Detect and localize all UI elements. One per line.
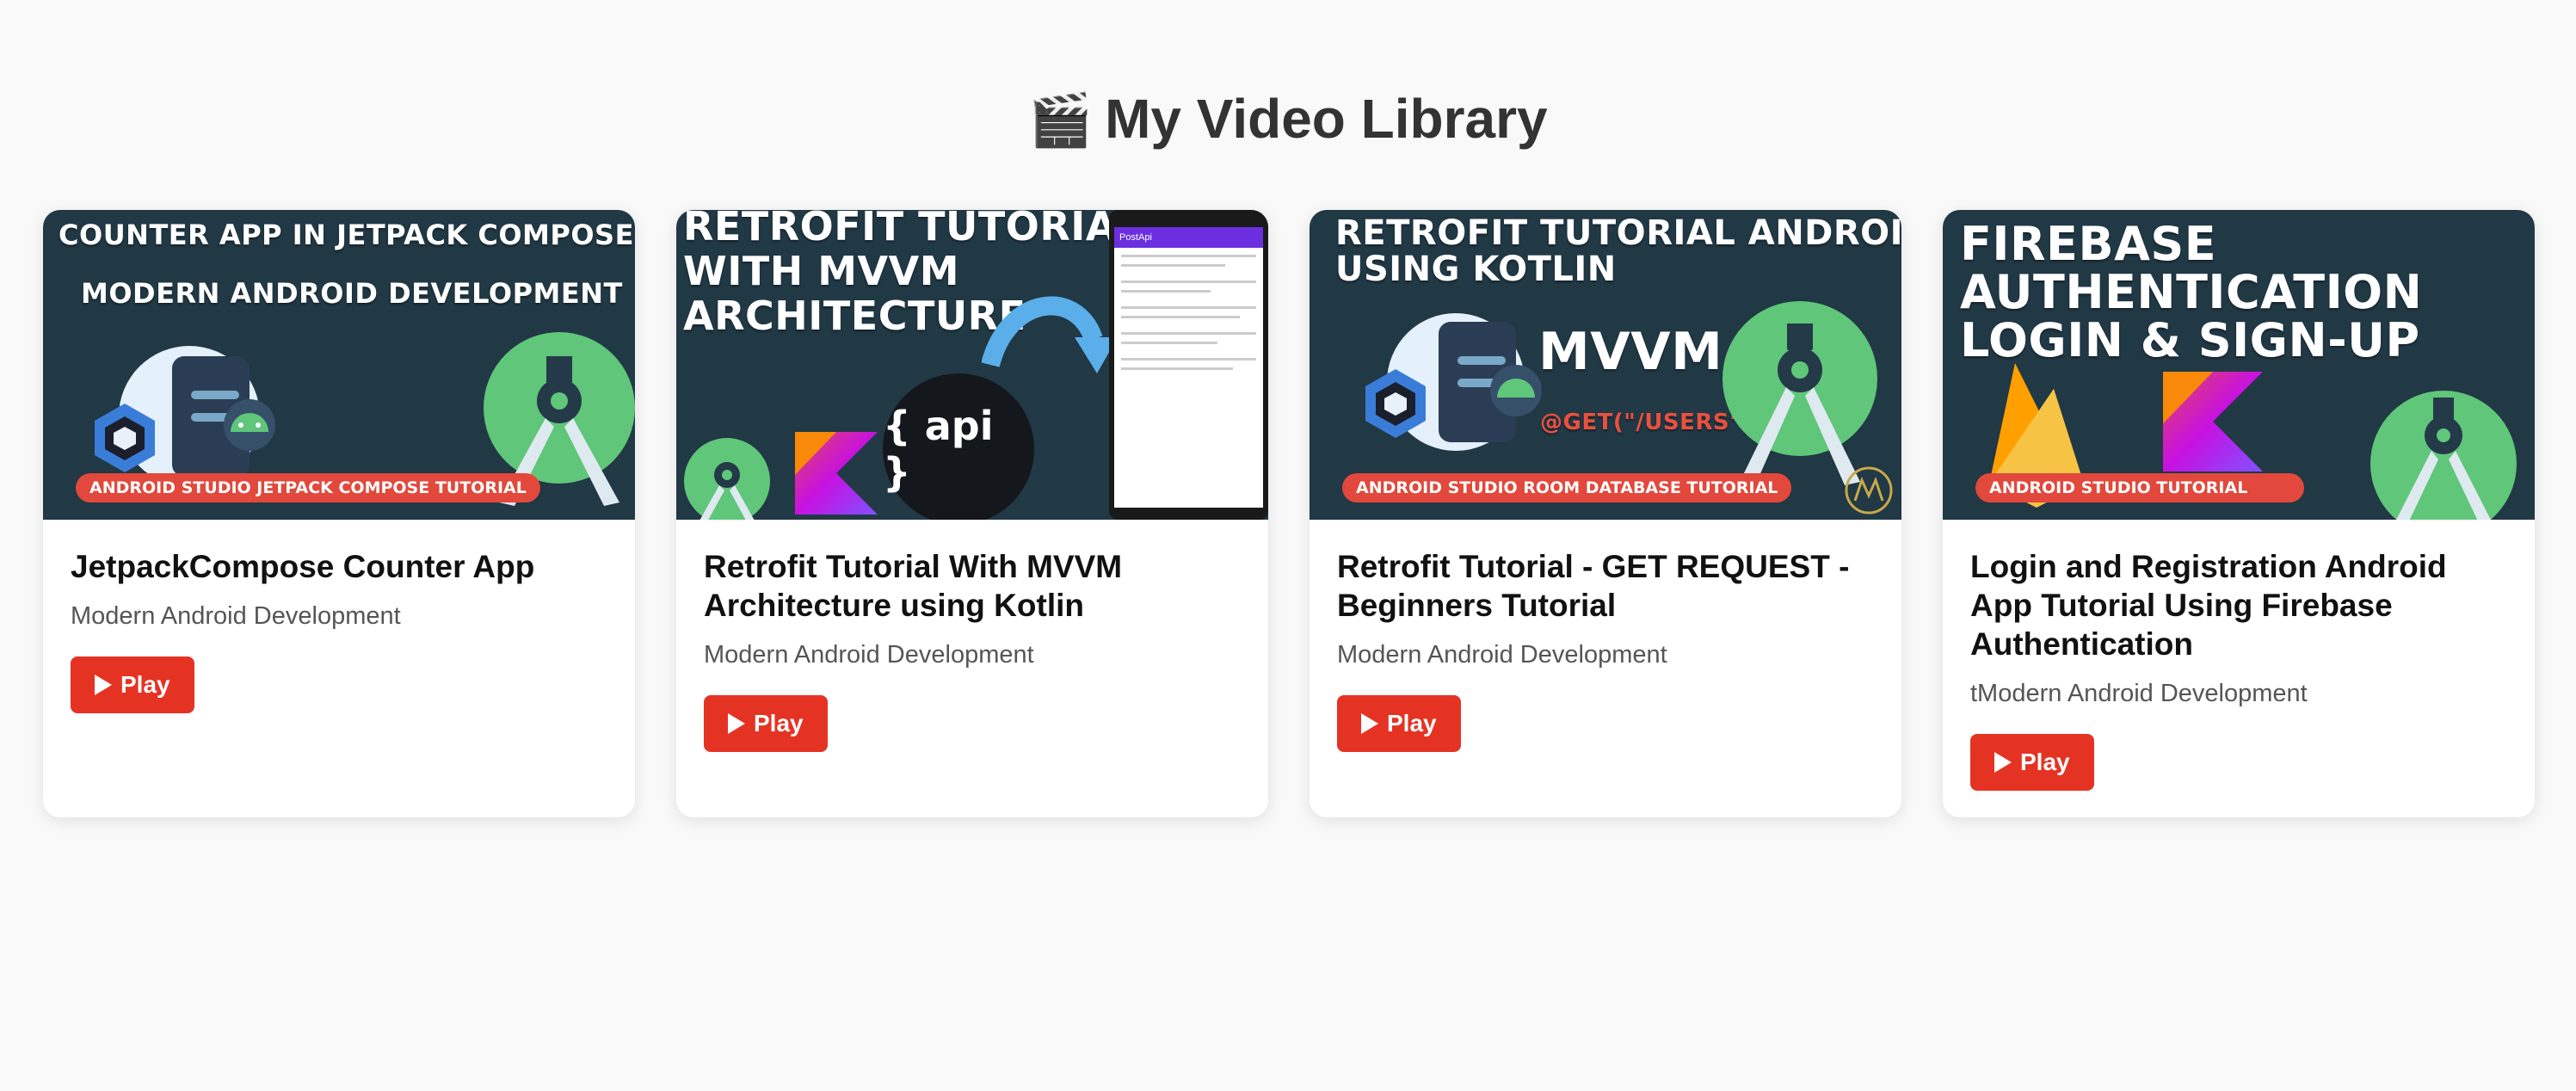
video-card: COUNTER APP IN JETPACK COMPOSE MODERN AN… — [43, 210, 635, 817]
page-title: 🎬 My Video Library — [0, 83, 2576, 157]
video-subtitle: Modern Android Development — [71, 602, 401, 630]
play-label: Play — [2020, 749, 2070, 775]
play-icon — [728, 713, 745, 734]
play-label: Play — [120, 671, 170, 698]
android-studio-icon — [2370, 391, 2517, 520]
kotlin-icon — [795, 432, 878, 515]
kotlin-icon — [2163, 372, 2263, 472]
video-card: RETROFIT TUTORIAL WITH MVVM ARCHITECTURE… — [676, 210, 1268, 817]
play-button[interactable]: Play — [704, 695, 828, 752]
video-thumbnail[interactable]: COUNTER APP IN JETPACK COMPOSE MODERN AN… — [43, 210, 635, 520]
video-card: FIREBASE AUTHENTICATION LOGIN & SIGN-UP — [1943, 210, 2535, 817]
play-icon — [95, 675, 112, 695]
phone-app-bar: PostApi — [1114, 227, 1263, 248]
thumbnail-text: FIREBASE — [1960, 217, 2217, 271]
thumbnail-banner: ANDROID STUDIO ROOM DATABASE TUTORIAL — [1342, 473, 1792, 502]
video-title: Retrofit Tutorial - GET REQUEST - Beginn… — [1337, 549, 1850, 623]
play-label: Play — [1387, 710, 1437, 737]
page-title-text: My Video Library — [1105, 88, 1548, 150]
thumbnail-banner: ANDROID STUDIO JETPACK COMPOSE TUTORIAL — [76, 473, 540, 502]
thumbnail-text: RETROFIT TUTORIAL ANDROID — [1335, 213, 1901, 253]
thumbnail-text: MODERN ANDROID DEVELOPMENT — [81, 277, 623, 310]
video-subtitle: Modern Android Development — [1337, 641, 1667, 669]
thumbnail-text: COUNTER APP IN JETPACK COMPOSE — [59, 219, 634, 251]
channel-logo-icon — [1845, 466, 1893, 515]
video-subtitle: tModern Android Development — [1970, 680, 2308, 707]
clapperboard-icon: 🎬 — [1028, 91, 1094, 149]
play-button[interactable]: Play — [1337, 695, 1461, 752]
arrow-icon — [982, 296, 1118, 373]
video-title: Login and Registration Android App Tutor… — [1970, 549, 2447, 662]
video-thumbnail[interactable]: FIREBASE AUTHENTICATION LOGIN & SIGN-UP — [1943, 210, 2535, 520]
thumbnail-text: WITH MVVM — [683, 248, 959, 294]
video-subtitle: Modern Android Development — [704, 641, 1034, 669]
play-icon — [1994, 752, 2012, 773]
video-title: Retrofit Tutorial With MVVM Architecture… — [704, 549, 1123, 623]
thumbnail-text: USING KOTLIN — [1335, 250, 1617, 289]
video-card: RETROFIT TUTORIAL ANDROID USING KOTLIN M… — [1310, 210, 1901, 817]
api-badge: { api } — [883, 373, 1034, 520]
android-studio-icon — [1722, 301, 1877, 485]
thumbnail-text: ARCHITECTURE — [683, 293, 1026, 339]
video-thumbnail[interactable]: RETROFIT TUTORIAL ANDROID USING KOTLIN M… — [1310, 210, 1901, 520]
play-icon — [1361, 713, 1378, 734]
video-grid: COUNTER APP IN JETPACK COMPOSE MODERN AN… — [43, 210, 2535, 817]
android-studio-compose-icon — [1365, 313, 1542, 451]
android-studio-icon — [684, 438, 770, 520]
thumbnail-text: RETROFIT TUTORIAL — [683, 210, 1143, 250]
video-title: JetpackCompose Counter App — [71, 549, 535, 584]
phone-mockup: PostApi — [1109, 210, 1268, 520]
thumbnail-banner: ANDROID STUDIO TUTORIAL — [1975, 473, 2305, 502]
play-button[interactable]: Play — [71, 656, 194, 713]
phone-screen — [1114, 248, 1263, 508]
thumbnail-mvvm-text: MVVM — [1538, 322, 1723, 382]
play-label: Play — [754, 710, 804, 737]
thumbnail-text: AUTHENTICATION — [1960, 265, 2423, 319]
video-thumbnail[interactable]: RETROFIT TUTORIAL WITH MVVM ARCHITECTURE… — [676, 210, 1268, 520]
play-button[interactable]: Play — [1970, 734, 2094, 791]
